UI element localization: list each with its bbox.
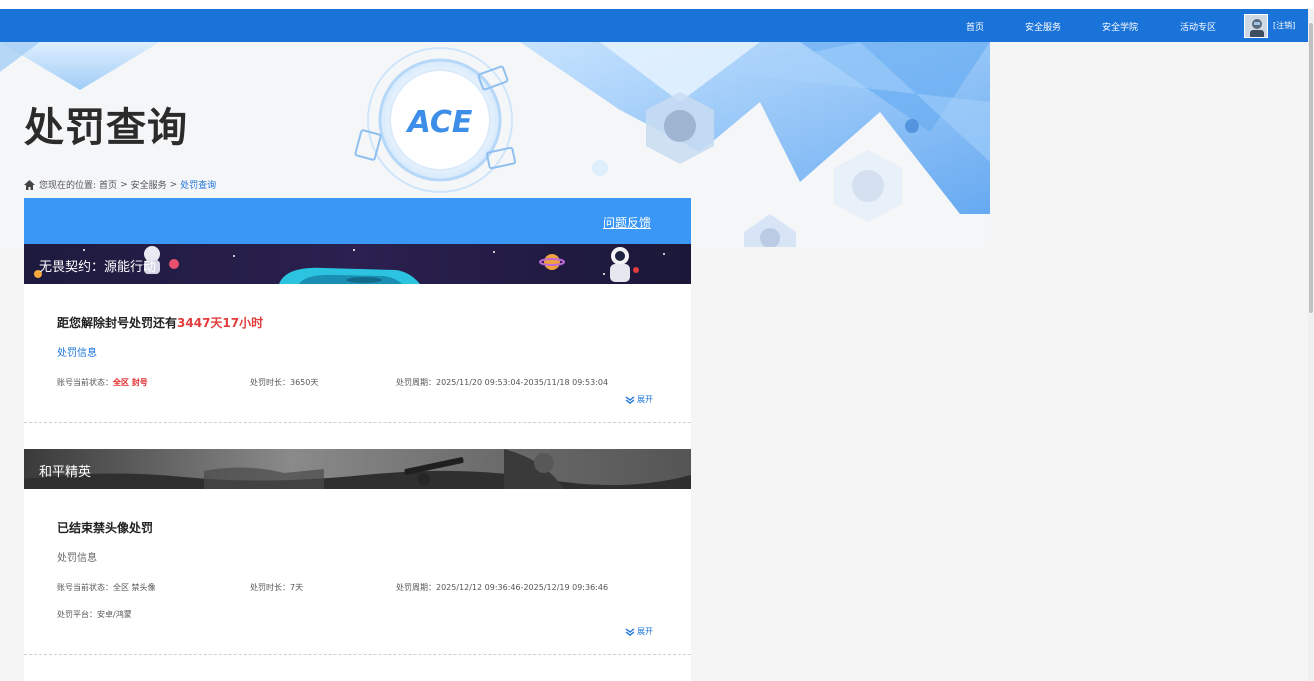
breadcrumb-separator: >	[120, 179, 128, 190]
punishment-period: 处罚周期：2025/12/12 09:36:46-2025/12/19 09:3…	[396, 583, 609, 592]
game-name: 和平精英	[39, 465, 92, 480]
breadcrumb-item-security-service[interactable]: 安全服务	[131, 178, 167, 191]
game-banner-art	[24, 449, 691, 489]
avatar-icon	[1245, 15, 1267, 37]
punishment-info-link[interactable]: 处罚信息	[57, 344, 97, 359]
chevron-down-icon	[625, 627, 635, 636]
page-title: 处罚查询	[24, 105, 188, 151]
top-strip	[0, 0, 1314, 9]
breadcrumb-current: 处罚查询	[180, 181, 217, 191]
punishment-duration: 处罚时长：3650天	[250, 378, 319, 387]
punishment-duration: 处罚时长：7天	[250, 583, 304, 592]
top-navbar: 首页 安全服务 安全学院 活动专区 [注销]	[0, 9, 1314, 42]
record-title: 距您解除封号处罚还有3447天17小时	[57, 314, 263, 331]
logout-link[interactable]: [注销]	[1273, 20, 1295, 31]
expand-label: 展开	[637, 627, 653, 636]
breadcrumb-item-home[interactable]: 首页	[99, 178, 117, 191]
expand-label: 展开	[637, 395, 653, 404]
account-status: 账号当前状态：全区 禁头像	[57, 583, 156, 592]
ace-logo-text: ACE	[406, 105, 473, 140]
page-scrollbar[interactable]	[1308, 9, 1314, 681]
expand-button[interactable]: 展开	[625, 394, 653, 405]
punishment-period: 处罚周期：2025/11/20 09:53:04-2035/11/18 09:5…	[396, 378, 609, 387]
record-title-prefix: 距您解除封号处罚还有	[57, 316, 178, 330]
breadcrumb: 您现在的位置: 首页 > 安全服务 > 处罚查询	[24, 178, 216, 191]
record-title: 已结束禁头像处罚	[57, 521, 154, 535]
remaining-time: 3447天17小时	[177, 316, 264, 330]
home-icon	[24, 179, 35, 190]
punishment-record: 已结束禁头像处罚 处罚信息 账号当前状态：全区 禁头像 处罚时长：7天 处罚周期…	[24, 489, 691, 655]
account-status: 账号当前状态：全区 封号	[57, 377, 148, 388]
nav-home[interactable]: 首页	[966, 20, 984, 33]
punishment-panel: 问题反馈 无畏契约：源能行动 距您解除封号处罚还有3447天17小时 处罚信息 …	[24, 198, 691, 681]
nav-security-academy[interactable]: 安全学院	[1102, 20, 1138, 33]
breadcrumb-prefix: 您现在的位置:	[39, 181, 97, 191]
scrollbar-thumb[interactable]	[1309, 23, 1313, 313]
nav-security-service[interactable]: 安全服务	[1025, 20, 1061, 33]
feedback-link[interactable]: 问题反馈	[603, 214, 651, 231]
status-value: 全区 封号	[113, 378, 148, 387]
game-banner-peacekeeper: 和平精英	[24, 449, 691, 489]
punishment-info-label: 处罚信息	[57, 553, 97, 564]
chevron-down-icon	[625, 395, 635, 404]
breadcrumb-separator: >	[169, 179, 178, 190]
game-banner-valorant: 无畏契约：源能行动	[24, 244, 691, 284]
status-label: 账号当前状态：	[57, 378, 113, 387]
nav-activity-zone[interactable]: 活动专区	[1180, 20, 1216, 33]
punishment-record: 距您解除封号处罚还有3447天17小时 处罚信息 账号当前状态：全区 封号 处罚…	[24, 284, 691, 423]
avatar[interactable]	[1244, 14, 1268, 38]
punishment-platform: 处罚平台：安卓/鸿蒙	[57, 610, 132, 619]
panel-header: 问题反馈	[24, 198, 691, 244]
game-name: 无畏契约：源能行动	[39, 260, 157, 275]
expand-button[interactable]: 展开	[625, 626, 653, 637]
